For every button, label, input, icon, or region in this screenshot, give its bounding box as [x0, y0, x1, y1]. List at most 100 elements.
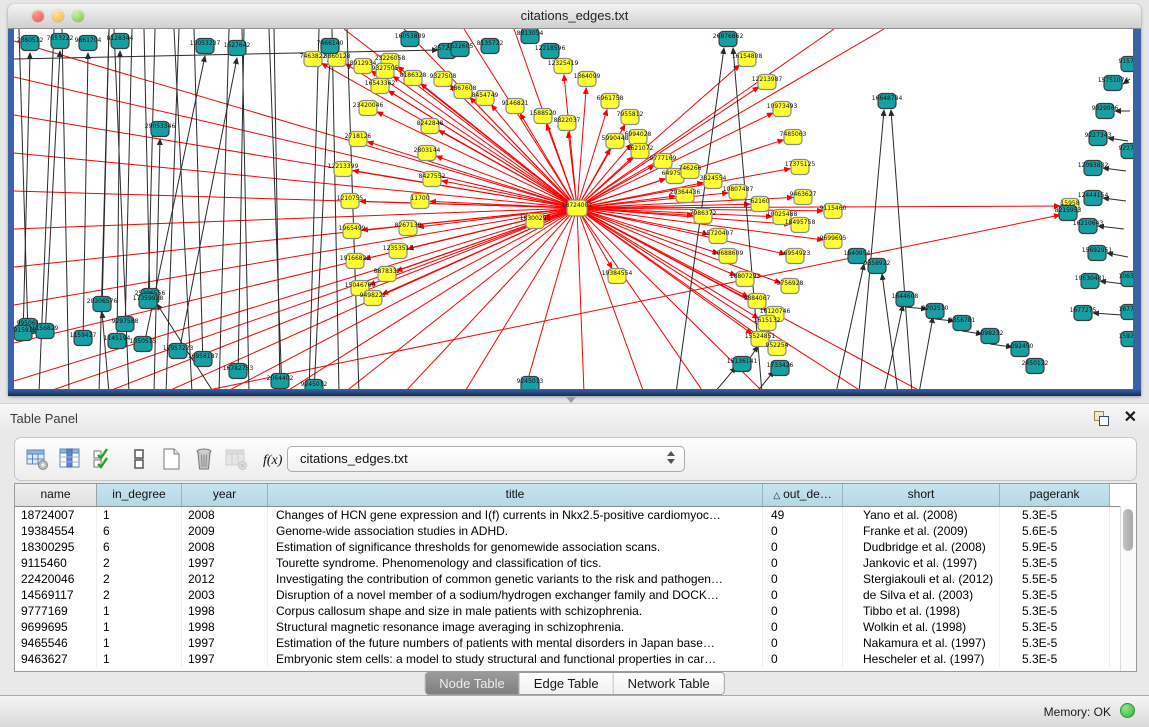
teal-paper-node[interactable]: 1644608 — [892, 292, 919, 307]
teal-paper-node[interactable]: 1677275 — [1070, 306, 1097, 321]
scrollbar-thumb[interactable] — [1123, 509, 1133, 551]
column-header-title[interactable]: title — [268, 484, 763, 506]
table-cell[interactable]: 5.9E-5 — [1000, 539, 1110, 555]
teal-paper-node[interactable]: 9356781 — [949, 316, 976, 331]
teal-paper-node[interactable]: 15751074 — [1098, 76, 1129, 91]
teal-paper-node[interactable]: 2450122 — [1022, 359, 1049, 374]
teal-paper-node[interactable]: 9227343 — [1085, 131, 1112, 146]
table-cell[interactable]: 9699695 — [15, 619, 97, 635]
table-row[interactable]: 1938455462009Genome-wide association stu… — [15, 523, 1136, 539]
table-cell[interactable]: 0 — [763, 523, 843, 539]
table-cell[interactable]: 18300295 — [15, 539, 97, 555]
table-row[interactable]: 946362711997Embryonic stem cells: a mode… — [15, 651, 1136, 667]
table-cell[interactable]: Wolkin et al. (1998) — [843, 619, 1000, 635]
yellow-paper-node[interactable]: 9146821 — [502, 99, 529, 114]
teal-paper-node[interactable]: 1350515 — [130, 337, 157, 352]
table-cell[interactable]: 0 — [763, 651, 843, 667]
yellow-paper-node[interactable]: 7986372 — [690, 209, 717, 224]
table-cell[interactable]: Tourette syndrome. Phenomenology and cla… — [268, 555, 763, 571]
table-cell[interactable]: 0 — [763, 571, 843, 587]
table-cell[interactable]: 1 — [97, 635, 182, 651]
teal-paper-node[interactable]: 9245012 — [301, 380, 328, 390]
tab-edge-table[interactable]: Edge Table — [520, 673, 614, 694]
yellow-paper-node[interactable]: 9699695 — [820, 234, 847, 249]
table-cell[interactable]: 0 — [763, 539, 843, 555]
yellow-paper-node[interactable]: 16543362 — [365, 79, 396, 94]
table-cell[interactable]: 1997 — [182, 555, 268, 571]
teal-paper-node[interactable]: 8135722 — [477, 39, 504, 54]
teal-paper-node[interactable]: 9245013 — [517, 377, 544, 390]
teal-paper-node[interactable]: 9297588 — [112, 317, 139, 332]
new-column-icon[interactable] — [160, 447, 184, 471]
table-cell[interactable]: 18724007 — [15, 507, 97, 523]
yellow-paper-node[interactable]: 10688609 — [713, 249, 744, 264]
table-cell[interactable]: 5.3E-5 — [1000, 555, 1110, 571]
table-cell[interactable]: 1 — [97, 507, 182, 523]
table-cell[interactable]: Franke et al. (2009) — [843, 523, 1000, 539]
teal-paper-node[interactable]: 10630481 — [1075, 274, 1106, 289]
teal-paper-node[interactable]: 12093832 — [1078, 161, 1109, 176]
column-header-short[interactable]: short — [843, 484, 1000, 506]
table-cell[interactable]: 2 — [97, 571, 182, 587]
column-header-out_de[interactable]: △out_de… — [763, 484, 843, 506]
table-cell[interactable]: 2003 — [182, 587, 268, 603]
table-cell[interactable]: 49 — [763, 507, 843, 523]
yellow-paper-node[interactable]: 746266 — [679, 164, 702, 179]
table-cell[interactable]: 2008 — [182, 507, 268, 523]
yellow-paper-node[interactable]: 1615132 — [754, 316, 781, 331]
column-header-pagerank[interactable]: pagerank — [1000, 484, 1110, 506]
table-cell[interactable]: 6 — [97, 523, 182, 539]
yellow-paper-node[interactable]: 19166822 — [340, 254, 371, 269]
table-cell[interactable]: Stergiakouli et al. (2012) — [843, 571, 1000, 587]
table-cell[interactable]: 1998 — [182, 619, 268, 635]
teal-paper-node[interactable]: 9861704 — [75, 36, 102, 51]
yellow-paper-node[interactable]: 12213987 — [752, 75, 783, 90]
teal-paper-node[interactable]: 26876862 — [713, 32, 744, 47]
teal-paper-node[interactable]: 9329966 — [1092, 104, 1119, 119]
yellow-paper-node[interactable]: 1364099 — [574, 72, 601, 87]
table-cell[interactable]: 5.3E-5 — [1000, 635, 1110, 651]
teal-paper-node[interactable]: 9202510 — [922, 304, 949, 319]
teal-paper-node[interactable]: 15692951 — [1082, 246, 1113, 261]
table-cell[interactable]: Dudbridge et al. (2008) — [843, 539, 1000, 555]
table-cell[interactable]: 9463627 — [15, 651, 97, 667]
table-cell[interactable]: 2 — [97, 555, 182, 571]
yellow-paper-node[interactable]: 9463627 — [790, 190, 817, 205]
table-cell[interactable]: 1997 — [182, 651, 268, 667]
table-cell[interactable]: 1 — [97, 619, 182, 635]
teal-paper-node[interactable]: 1098232 — [977, 329, 1004, 344]
yellow-paper-node[interactable]: 20364436 — [670, 188, 701, 203]
teal-paper-node[interactable]: 1092450 — [1007, 342, 1034, 357]
column-header-in_degree[interactable]: in_degree — [97, 484, 182, 506]
float-panel-icon[interactable] — [1094, 411, 1109, 426]
table-cell[interactable]: 5.3E-5 — [1000, 619, 1110, 635]
function-builder-icon[interactable]: f(x) — [261, 447, 289, 471]
table-cell[interactable]: 1 — [97, 651, 182, 667]
teal-paper-node[interactable]: 159291 — [1119, 332, 1133, 347]
table-cell[interactable]: Nakamura et al. (1997) — [843, 635, 1000, 651]
table-cell[interactable]: 2008 — [182, 539, 268, 555]
table-cell[interactable]: 9465546 — [15, 635, 97, 651]
vertical-scrollbar[interactable] — [1120, 506, 1136, 671]
teal-paper-node[interactable]: 20206576 — [87, 297, 118, 312]
table-cell[interactable]: Genome-wide association studies in ADHD. — [268, 523, 763, 539]
teal-paper-node[interactable]: 922734 — [1119, 144, 1133, 159]
table-cell[interactable]: 5.6E-5 — [1000, 523, 1110, 539]
table-cell[interactable]: Corpus callosum shape and size in male p… — [268, 603, 763, 619]
teal-paper-node[interactable]: 29053346 — [145, 122, 176, 137]
table-cell[interactable]: 22420046 — [15, 571, 97, 587]
yellow-paper-node[interactable]: 7485063 — [780, 130, 807, 145]
table-cell[interactable]: 5.3E-5 — [1000, 651, 1110, 667]
table-cell[interactable]: 14569117 — [15, 587, 97, 603]
yellow-paper-node[interactable]: 1210755 — [337, 194, 364, 209]
delete-table-icon[interactable] — [224, 447, 248, 471]
table-cell[interactable]: Yano et al. (2008) — [843, 507, 1000, 523]
teal-paper-node[interactable]: 8813054 — [517, 29, 544, 44]
table-cell[interactable]: de Silva et al. (2003) — [843, 587, 1000, 603]
yellow-paper-node[interactable]: 1588520 — [530, 109, 557, 124]
teal-paper-node[interactable]: 2064402 — [267, 374, 294, 389]
table-row[interactable]: 946554611997Estimation of the future num… — [15, 635, 1136, 651]
yellow-paper-node[interactable]: 18495758 — [785, 218, 816, 233]
table-row[interactable]: 1456911722003Disruption of a novel membe… — [15, 587, 1136, 603]
table-cell[interactable]: 2012 — [182, 571, 268, 587]
